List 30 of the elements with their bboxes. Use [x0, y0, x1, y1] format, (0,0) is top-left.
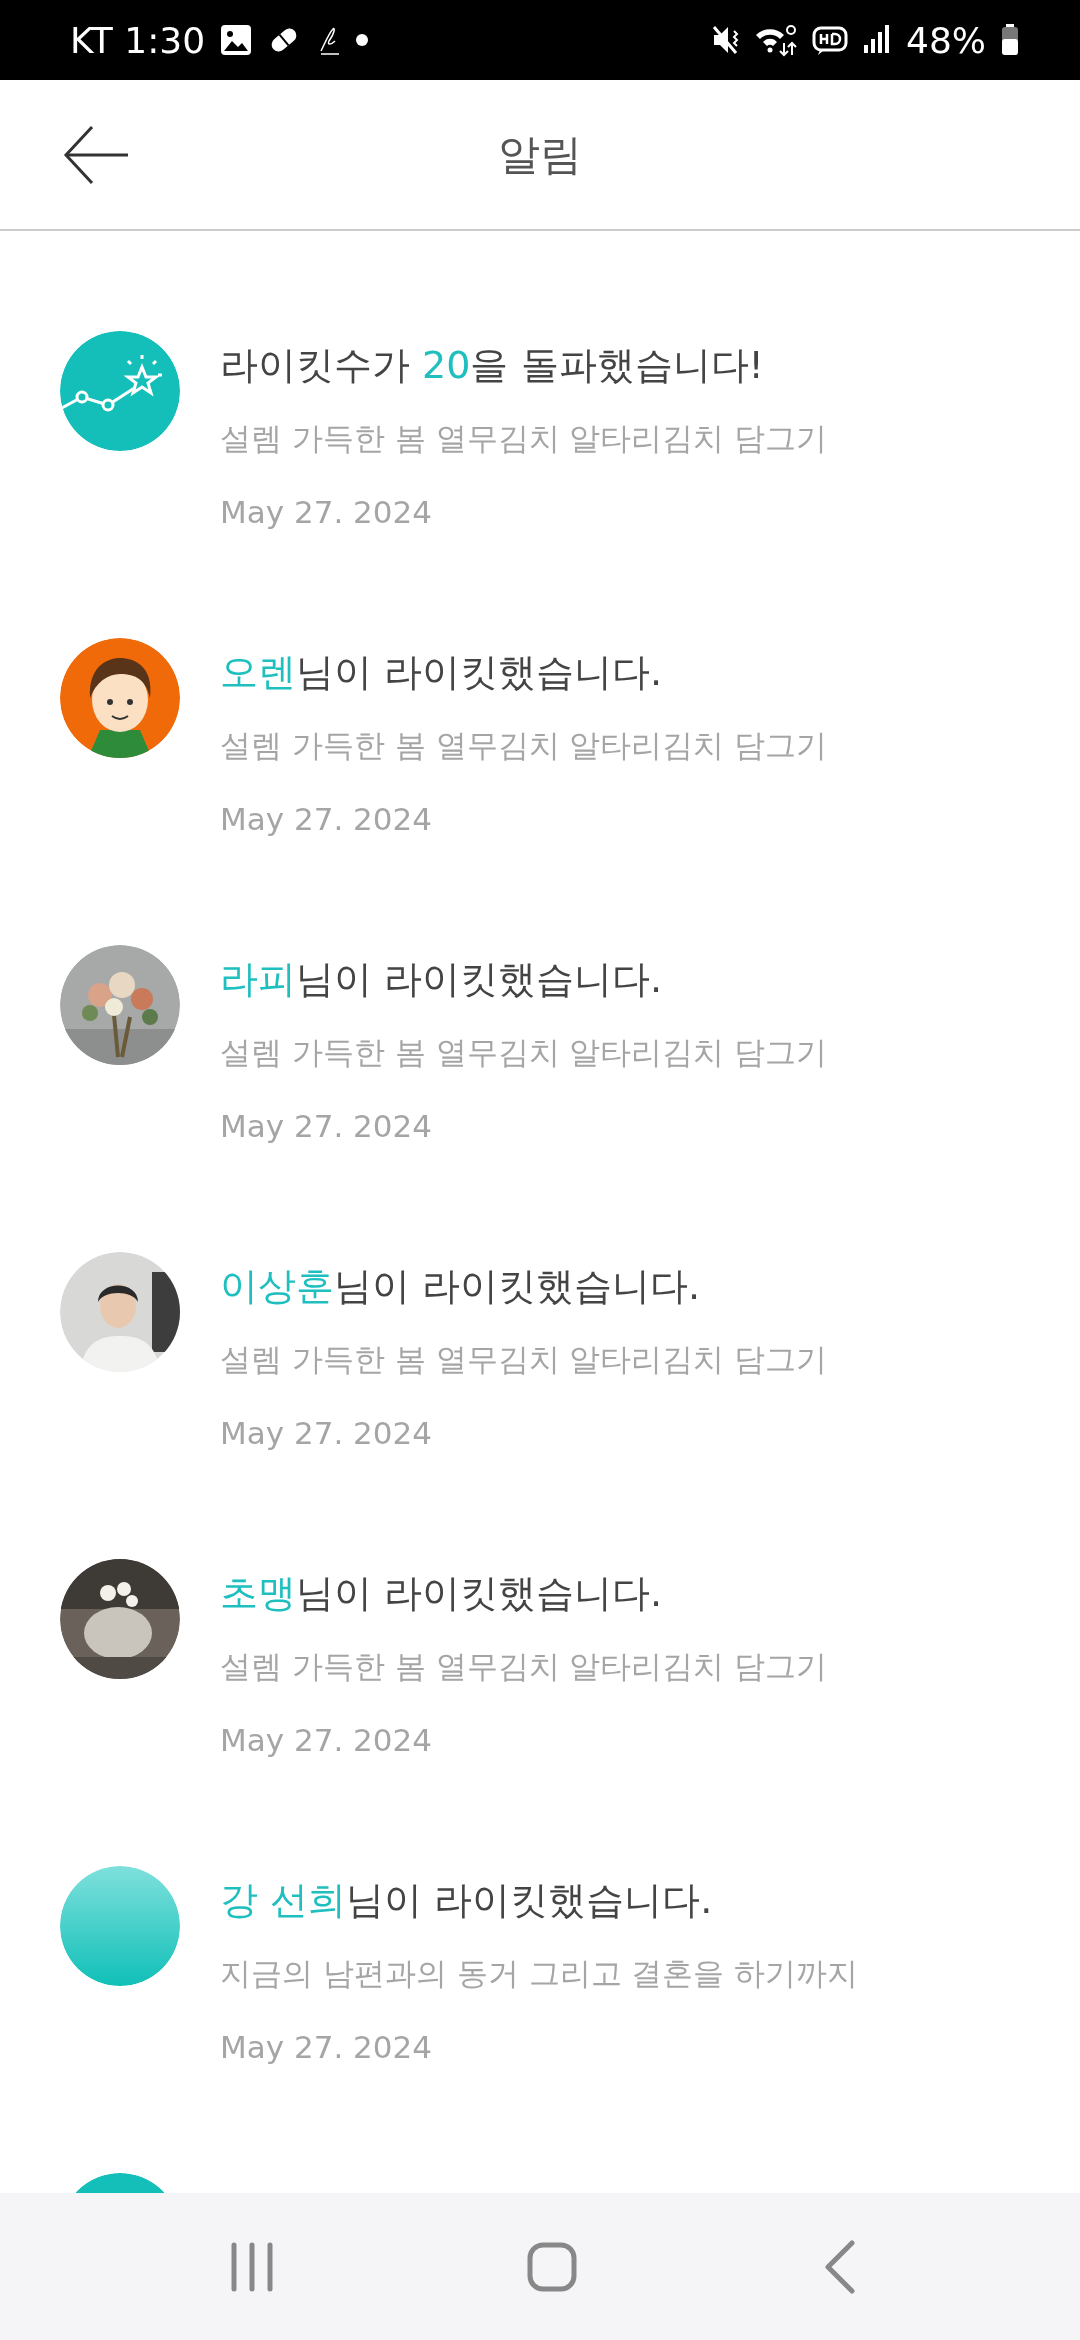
- notification-title: 오렌 님이 라이킷했습니다.: [220, 649, 663, 696]
- post-title: 설렘 가득한 봄 열무김치 알타리김치 담그기: [220, 1033, 828, 1072]
- vibrate-mute-icon: [712, 23, 740, 57]
- notification-dot-icon: [355, 33, 370, 47]
- notification-date: May 27. 2024: [220, 1721, 432, 1760]
- notification-title: 초맹 님이 라이킷했습니다.: [220, 1570, 663, 1617]
- post-title: 설렘 가득한 봄 열무김치 알타리김치 담그기: [220, 1647, 828, 1686]
- battery-icon: [1000, 23, 1020, 57]
- post-title: 설렘 가득한 봄 열무김치 알타리김치 담그기: [220, 419, 828, 458]
- image-icon: [219, 23, 254, 57]
- notification-date: May 27. 2024: [220, 2028, 432, 2067]
- notification-title: 이상훈님이 라이킷했습니다.: [220, 1263, 701, 1310]
- notification-title: 라피 님이 라이킷했습니다.: [220, 956, 663, 1003]
- avatar-icon: [60, 1866, 180, 1986]
- post-title: 지금의 남편과의 동거 그리고 결혼을 하기까지: [220, 1954, 859, 1993]
- post-title: 설렘 가득한 봄 열무김치 알타리김치 담그기: [220, 1340, 828, 1379]
- notification-date: May 27. 2024: [220, 1414, 432, 1453]
- notification-date: May 27. 2024: [220, 1107, 432, 1146]
- status-time: KT 1:30: [70, 19, 206, 61]
- post-title: 설렘 가득한 봄 열무김치 알타리김치 담그기: [220, 726, 828, 765]
- cartoon-avatar-icon: [60, 638, 180, 758]
- screen-title: 알림: [498, 129, 582, 179]
- notification-title: 라이킷수가 20을 돌파했습니다!: [220, 342, 764, 389]
- home-button[interactable]: [526, 2240, 578, 2293]
- notification-date: May 27. 2024: [220, 800, 432, 839]
- wifi-icon: [754, 23, 798, 57]
- notification-title: 강 선희 님이 라이킷했습니다.: [220, 1877, 713, 1924]
- battery-level: 48%: [906, 19, 986, 61]
- milestone-icon: [60, 331, 180, 451]
- notification-date: May 27. 2024: [220, 493, 432, 532]
